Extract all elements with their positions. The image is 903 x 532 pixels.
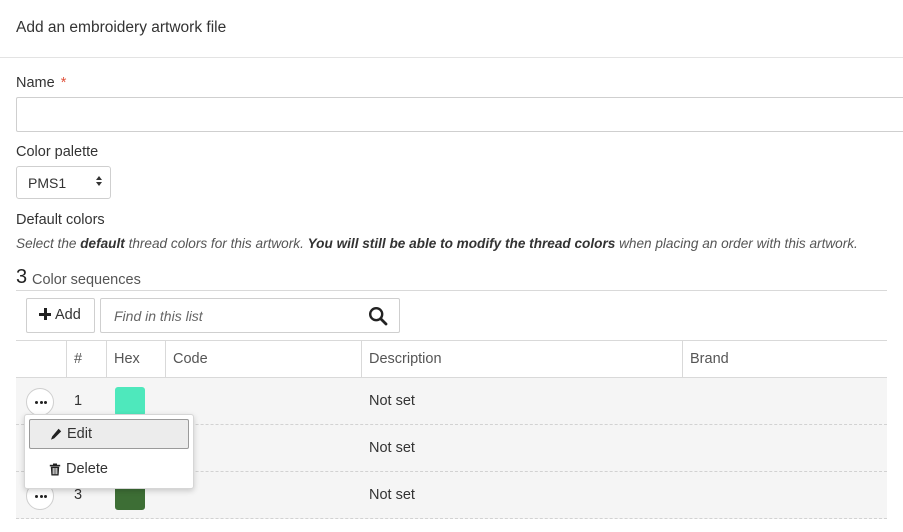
color-swatch <box>115 387 145 416</box>
plus-icon <box>39 308 51 320</box>
column-header-code: Code <box>173 351 208 367</box>
column-header-description: Description <box>369 351 442 367</box>
menu-item-delete[interactable]: Delete <box>29 455 189 485</box>
page-header: Add an embroidery artwork file <box>0 0 903 58</box>
column-header-hex: Hex <box>114 351 140 367</box>
menu-item-edit[interactable]: Edit <box>29 419 189 449</box>
more-dots-icon <box>35 495 47 498</box>
color-palette-label: Color palette <box>16 144 99 160</box>
default-colors-label: Default colors <box>16 212 105 228</box>
row-description: Not set <box>369 487 415 503</box>
color-palette-value: PMS1 <box>28 175 67 191</box>
sequence-label: Color sequences <box>32 272 141 288</box>
row-number: 1 <box>74 393 83 409</box>
name-input[interactable] <box>16 97 903 132</box>
table-header: # Hex Code Description Brand <box>16 341 887 378</box>
row-context-menu: Edit Delete <box>24 414 194 489</box>
column-header-brand: Brand <box>690 351 729 367</box>
row-actions-button[interactable] <box>26 388 54 416</box>
select-arrows-icon <box>96 175 103 189</box>
search-input[interactable] <box>102 300 362 331</box>
row-description: Not set <box>369 440 415 456</box>
page-title: Add an embroidery artwork file <box>16 19 227 36</box>
pencil-icon <box>51 428 62 440</box>
color-sequences-header: 3 Color sequences <box>16 266 887 291</box>
name-label: Name * <box>16 75 67 91</box>
add-sequence-button[interactable]: Add <box>26 298 95 333</box>
color-palette-select[interactable]: PMS1 <box>16 166 111 199</box>
required-marker: * <box>60 75 67 91</box>
search-icon[interactable] <box>368 306 388 326</box>
row-description: Not set <box>369 393 415 409</box>
row-number: 3 <box>74 487 83 503</box>
trash-icon <box>49 463 61 476</box>
list-search-box <box>100 298 400 333</box>
more-dots-icon <box>35 401 47 404</box>
column-header-number: # <box>74 351 83 367</box>
default-colors-hint: Select the default thread colors for thi… <box>16 236 858 251</box>
sequence-count: 3 <box>16 266 28 288</box>
